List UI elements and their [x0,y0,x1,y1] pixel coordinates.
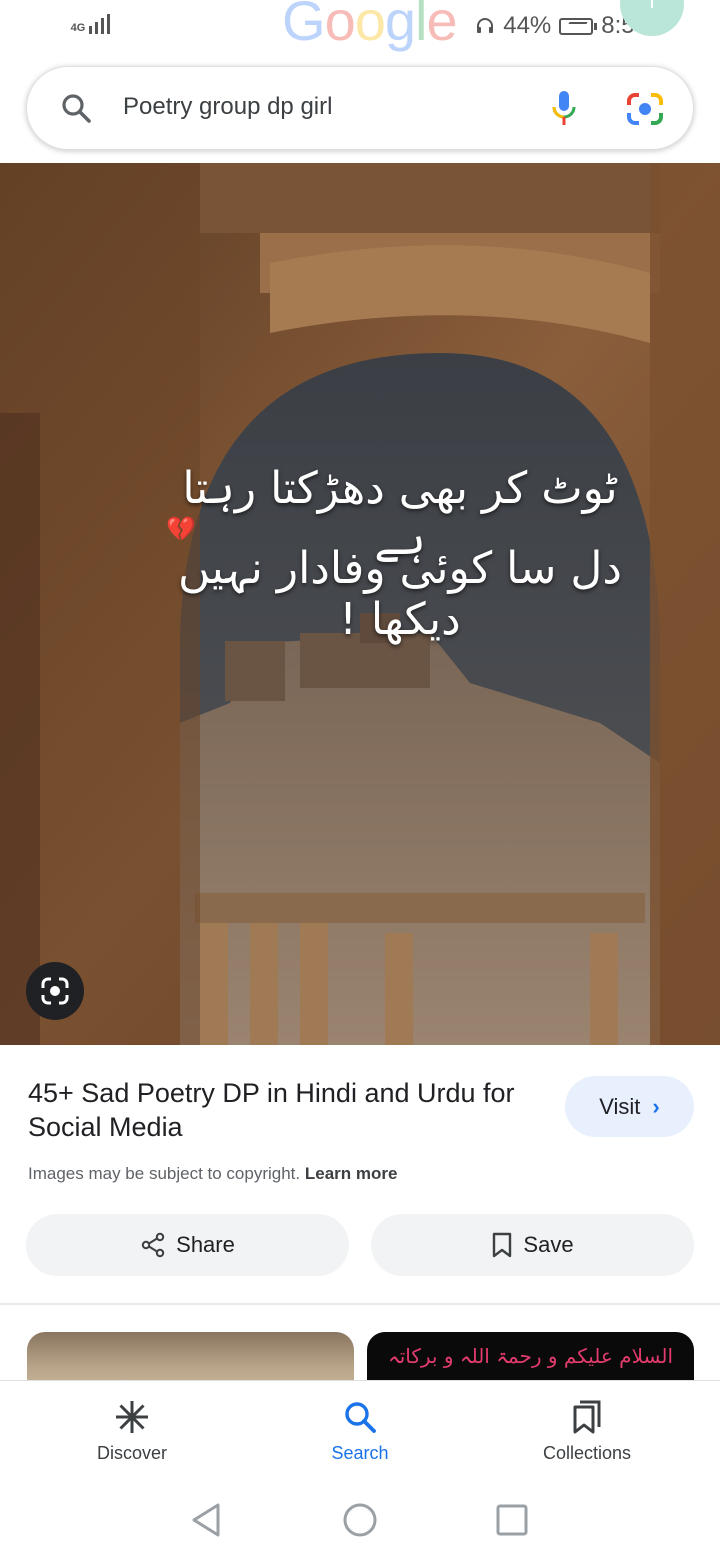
search-icon [345,1402,376,1433]
asterisk-icon [116,1401,148,1433]
home-icon[interactable] [340,1500,380,1540]
nav-discover[interactable]: Discover [32,1381,232,1491]
back-icon[interactable] [186,1500,226,1540]
collections-icon [573,1400,601,1434]
divider [0,1303,720,1305]
battery-percent: 44% [503,12,552,39]
headphones-icon [477,18,494,33]
share-icon [141,1232,165,1258]
save-label: Save [523,1232,574,1257]
share-button[interactable]: Share [26,1214,349,1276]
system-nav-bar [0,1490,720,1560]
google-lens-icon[interactable] [625,91,665,127]
result-image[interactable]: ٹوٹ کر بھی دھڑکتا رہتا ہے 💔 دل سا کوئی و… [0,163,720,1045]
result-title[interactable]: 45+ Sad Poetry DP in Hindi and Urdu for … [28,1076,528,1144]
recents-icon[interactable] [492,1500,532,1540]
share-label: Share [176,1232,235,1257]
nav-discover-label: Discover [96,1443,167,1463]
broken-heart-icon: 💔 [166,516,196,543]
lens-search-button[interactable] [26,962,84,1020]
network-type: 4G [70,22,86,34]
nav-search-label: Search [331,1443,389,1463]
lens-icon [41,977,69,1005]
nav-collections[interactable]: Collections [487,1381,687,1491]
battery-icon [559,17,598,35]
copyright-notice: Images may be subject to copyright. Lear… [28,1164,398,1183]
related-image-text: السلام علیکم و رحمۃ اللہ و برکاتہ [387,1344,673,1368]
search-bar[interactable]: Poetry group dp girl [26,66,694,150]
bookmark-icon [493,1232,512,1258]
learn-more-link[interactable]: Learn more [305,1164,398,1183]
search-input[interactable]: Poetry group dp girl [123,93,332,121]
bottom-nav: Discover Search Collections [0,1380,720,1490]
visit-label: Visit [599,1093,641,1119]
microphone-icon[interactable] [549,89,579,129]
chevron-right-icon: › [652,1093,660,1119]
nav-search[interactable]: Search [260,1381,460,1491]
quote-line-2: دل سا کوئی وفادار نہیں دیکھا ! [178,543,622,645]
signal-icon: 4G [70,14,110,34]
visit-button[interactable]: Visit › [565,1076,694,1137]
search-icon [62,94,91,123]
google-logo: Google [282,0,458,52]
nav-collections-label: Collections [542,1443,632,1463]
status-bar: 4G Google 44% 8:59 I [0,0,720,58]
save-button[interactable]: Save [371,1214,694,1276]
